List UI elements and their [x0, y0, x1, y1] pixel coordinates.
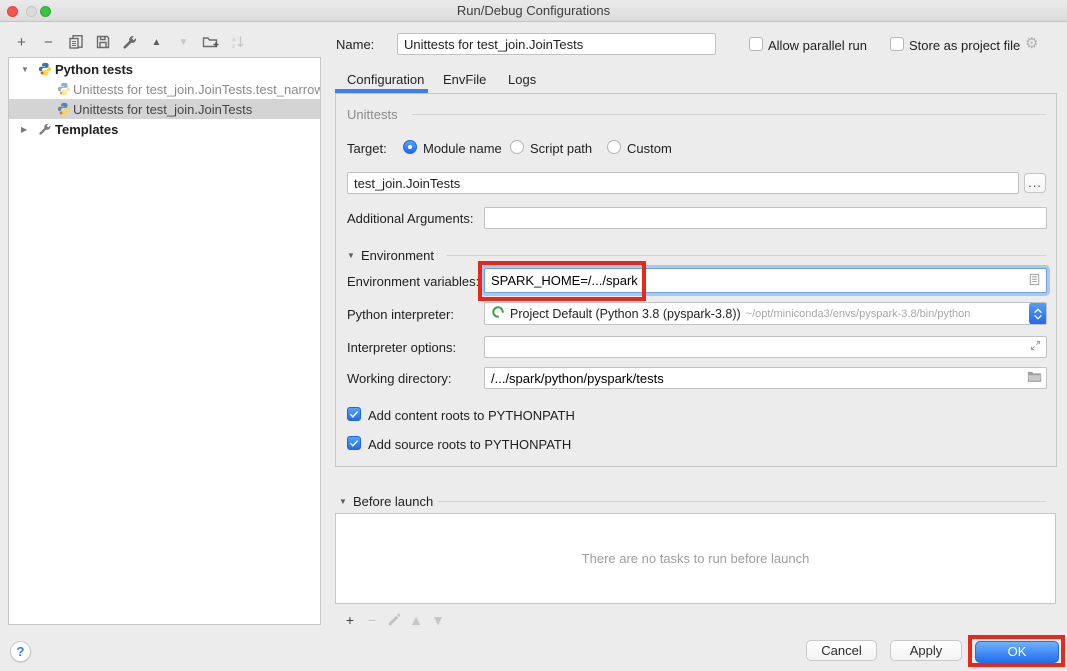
before-launch-task-list: There are no tasks to run before launch: [335, 513, 1056, 604]
tree-item-label: Unittests for test_join.JoinTests: [73, 102, 252, 117]
window-title: Run/Debug Configurations: [0, 0, 1067, 21]
tree-item-label: Unittests for test_join.JoinTests.test_n…: [73, 82, 321, 97]
add-task-button[interactable]: +: [339, 610, 361, 630]
remove-task-button: −: [361, 610, 383, 630]
conda-env-icon: [491, 305, 505, 322]
additional-arguments-input[interactable]: [484, 207, 1047, 229]
module-name-input[interactable]: [347, 172, 1019, 194]
tab-logs[interactable]: Logs: [508, 72, 536, 87]
python-interpreter-label: Python interpreter:: [347, 307, 454, 322]
tree-item-templates[interactable]: ▶ Templates: [9, 119, 320, 139]
interpreter-path: ~/opt/miniconda3/envs/pyspark-3.8/bin/py…: [746, 308, 971, 320]
browse-button[interactable]: ...: [1024, 173, 1046, 193]
apply-button[interactable]: Apply: [890, 640, 962, 661]
python-interpreter-dropdown[interactable]: Project Default (Python 3.8 (pyspark-3.8…: [484, 302, 1047, 325]
section-divider: [412, 114, 1046, 115]
before-launch-empty-text: There are no tasks to run before launch: [582, 551, 810, 566]
environment-collapse-icon[interactable]: ▼: [347, 251, 355, 260]
move-down-button: ▼: [170, 30, 197, 54]
gear-icon[interactable]: ⚙: [1025, 34, 1038, 52]
tree-item-label: Templates: [55, 122, 118, 137]
add-content-roots-label[interactable]: Add content roots to PYTHONPATH: [368, 408, 575, 423]
move-task-down-button: ▼: [427, 610, 449, 630]
tab-configuration[interactable]: Configuration: [347, 72, 424, 87]
section-divider: [438, 501, 1046, 502]
chevron-down-icon[interactable]: ▼: [21, 65, 29, 74]
target-label: Target:: [347, 141, 387, 156]
help-button[interactable]: ?: [10, 641, 31, 662]
tree-item-unittest-jointests-selected[interactable]: Unittests for test_join.JoinTests: [9, 99, 320, 119]
edit-templates-wrench-icon[interactable]: [116, 30, 143, 54]
allow-parallel-run-checkbox[interactable]: [749, 37, 763, 51]
browse-env-variables-icon[interactable]: [1027, 272, 1042, 290]
folder-icon[interactable]: [1027, 370, 1042, 386]
add-source-roots-checkbox[interactable]: [347, 436, 361, 450]
store-as-project-file-label: Store as project file: [909, 38, 1020, 53]
name-label: Name:: [336, 37, 374, 52]
python-test-icon: [57, 82, 71, 99]
expand-field-icon[interactable]: [1029, 339, 1042, 355]
svg-text:a: a: [232, 36, 236, 43]
environment-variables-label: Environment variables:: [347, 274, 479, 289]
python-test-icon: [57, 102, 71, 119]
add-source-roots-label[interactable]: Add source roots to PYTHONPATH: [368, 437, 571, 452]
save-configuration-icon[interactable]: [89, 30, 116, 54]
radio-module-name[interactable]: [403, 140, 417, 154]
interpreter-value: Project Default (Python 3.8 (pyspark-3.8…: [510, 307, 741, 321]
working-directory-field[interactable]: [484, 367, 1047, 389]
configurations-tree: ▼ Python tests Unittests for test_join.J…: [8, 57, 321, 625]
store-as-project-file-checkbox[interactable]: [890, 37, 904, 51]
svg-text:z: z: [232, 43, 235, 50]
remove-configuration-button[interactable]: −: [35, 30, 62, 54]
working-directory-input[interactable]: [491, 371, 1040, 386]
add-configuration-button[interactable]: +: [8, 30, 35, 54]
create-folder-icon[interactable]: [197, 30, 224, 54]
python-icon: [38, 62, 52, 79]
name-input[interactable]: [397, 33, 716, 55]
ok-button[interactable]: OK: [975, 641, 1059, 663]
move-up-button[interactable]: ▲: [143, 30, 170, 54]
tree-item-python-tests[interactable]: ▼ Python tests: [9, 59, 320, 79]
move-task-up-button: ▲: [405, 610, 427, 630]
section-divider: [447, 255, 1046, 256]
add-content-roots-checkbox[interactable]: [347, 407, 361, 421]
cancel-button[interactable]: Cancel: [806, 640, 877, 661]
before-launch-toolbar: + − ▲ ▼: [339, 610, 449, 630]
zoom-button[interactable]: [40, 6, 51, 17]
working-directory-label: Working directory:: [347, 371, 452, 386]
additional-arguments-label: Additional Arguments:: [347, 211, 473, 226]
before-launch-collapse-icon[interactable]: ▼: [339, 497, 347, 506]
radio-script-path-label[interactable]: Script path: [530, 141, 592, 156]
interpreter-options-input[interactable]: [491, 340, 1040, 355]
configurations-toolbar: + − ▲ ▼ az: [8, 30, 251, 54]
radio-custom[interactable]: [607, 140, 621, 154]
copy-configuration-icon[interactable]: [62, 30, 89, 54]
radio-custom-label[interactable]: Custom: [627, 141, 672, 156]
before-launch-section-label: Before launch: [353, 494, 433, 509]
sort-alphabetically-icon: az: [224, 30, 251, 54]
environment-variables-input[interactable]: [491, 273, 1040, 288]
dropdown-stepper-icon[interactable]: [1029, 302, 1047, 325]
allow-parallel-run-label: Allow parallel run: [768, 38, 867, 53]
minimize-button: [26, 6, 37, 17]
titlebar: Run/Debug Configurations: [0, 0, 1067, 22]
interpreter-options-label: Interpreter options:: [347, 340, 456, 355]
unittests-section-label: Unittests: [347, 107, 398, 122]
interpreter-options-field[interactable]: [484, 336, 1047, 358]
wrench-icon: [38, 122, 52, 139]
tree-item-unittest-narrow[interactable]: Unittests for test_join.JoinTests.test_n…: [9, 79, 320, 99]
environment-section-label: Environment: [361, 248, 434, 263]
edit-task-pencil-icon: [383, 610, 405, 630]
tree-item-label: Python tests: [55, 62, 133, 77]
close-button[interactable]: [7, 6, 18, 17]
radio-script-path[interactable]: [510, 140, 524, 154]
radio-module-name-label[interactable]: Module name: [423, 141, 502, 156]
tab-envfile[interactable]: EnvFile: [443, 72, 486, 87]
environment-variables-field[interactable]: [484, 268, 1047, 293]
chevron-right-icon[interactable]: ▶: [21, 125, 27, 134]
